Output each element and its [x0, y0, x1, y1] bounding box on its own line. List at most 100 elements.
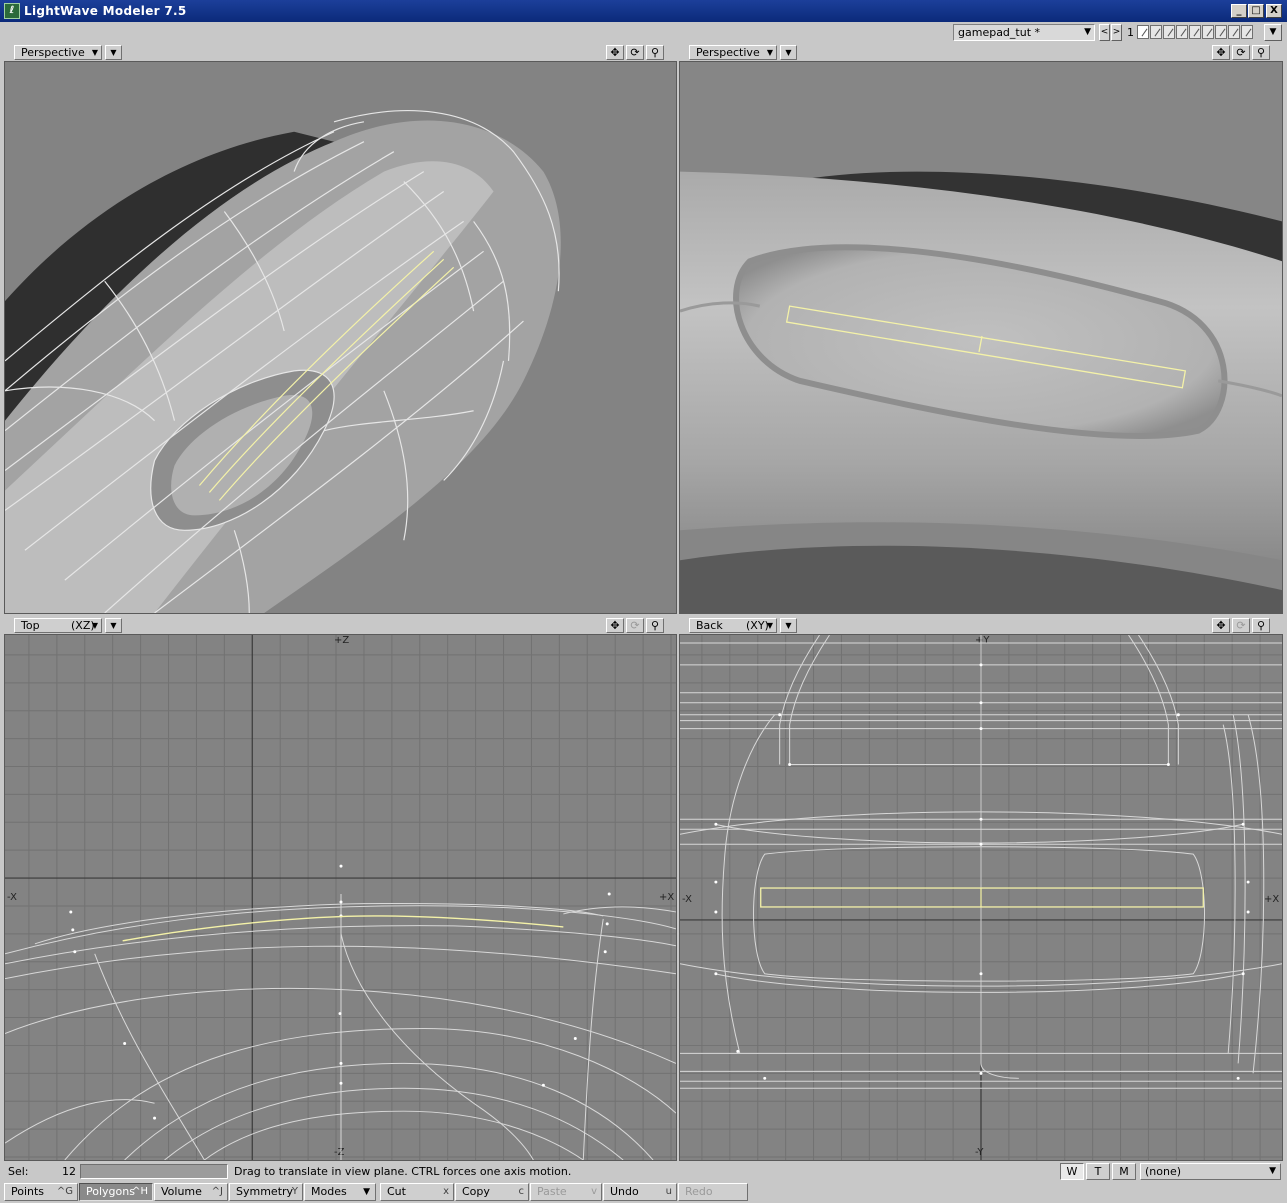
chevron-down-icon: ▼ [363, 1187, 370, 1197]
title-bar: ℓ LightWave Modeler 7.5 _ □ X [0, 0, 1287, 22]
layer-button-3[interactable] [1163, 25, 1175, 39]
vertex-map-value: (none) [1145, 1165, 1182, 1178]
chevron-down-icon: ▼ [1084, 27, 1091, 37]
layer-button-8[interactable] [1228, 25, 1240, 39]
view-type-label: Perspective [696, 46, 760, 59]
viewport-canvas[interactable] [4, 61, 677, 614]
copy-button[interactable]: Copy c [455, 1183, 529, 1201]
perspective-shaded-render [680, 62, 1282, 613]
paste-label: Paste [537, 1185, 567, 1198]
viewport-top-right: Perspective ▼ ▼ ✥ ⟳ ⚲ [679, 44, 1283, 614]
selection-label: Sel: [8, 1165, 29, 1178]
object-select[interactable]: gamepad_tut * ▼ [953, 24, 1095, 41]
prev-object-button[interactable]: < [1099, 24, 1110, 41]
top-view-wireframe: +Z -Z -X +X [5, 635, 676, 1160]
zoom-view-icon[interactable]: ⚲ [1252, 618, 1270, 633]
cut-button[interactable]: Cut x [380, 1183, 454, 1201]
modes-label: Modes [311, 1185, 347, 1198]
rotate-view-icon[interactable]: ⟳ [626, 45, 644, 60]
layer-button-1[interactable] [1137, 25, 1149, 39]
view-type-select[interactable]: Back (XY) ▼ [689, 618, 777, 633]
rotate-view-icon[interactable]: ⟳ [1232, 45, 1250, 60]
points-shortcut: ^G [56, 1186, 73, 1197]
polygons-mode-button[interactable]: Polygons ^H [79, 1183, 153, 1201]
zoom-view-icon[interactable]: ⚲ [646, 45, 664, 60]
chevron-down-icon: ▼ [766, 621, 773, 630]
volume-mode-button[interactable]: Volume ^J [154, 1183, 228, 1201]
move-view-icon[interactable]: ✥ [1212, 45, 1230, 60]
vertex-map-select[interactable]: (none) ▼ [1140, 1163, 1281, 1180]
undo-button[interactable]: Undo u [603, 1183, 677, 1201]
axis-label-top: +Y [975, 635, 990, 646]
zoom-view-icon[interactable]: ⚲ [1252, 45, 1270, 60]
view-type-select[interactable]: Perspective ▼ [689, 45, 777, 60]
bottom-toolbar: Points ^G Polygons ^H Volume ^J Symmetry… [0, 1182, 1287, 1203]
volume-shortcut: ^J [211, 1186, 223, 1197]
view-type-select[interactable]: Perspective ▼ [14, 45, 102, 60]
paste-shortcut: v [591, 1186, 597, 1197]
layer-button-7[interactable] [1215, 25, 1227, 39]
texture-map-button[interactable]: T [1086, 1163, 1110, 1180]
polygons-shortcut: ^H [132, 1186, 148, 1197]
points-mode-button[interactable]: Points ^G [4, 1183, 78, 1201]
view-options-button[interactable]: ▼ [780, 45, 797, 60]
viewport-top-left: Perspective ▼ ▼ ✥ ⟳ ⚲ [4, 44, 677, 614]
layer-button-9[interactable] [1241, 25, 1253, 39]
layer-button-4[interactable] [1176, 25, 1188, 39]
axis-label-right: +X [659, 892, 674, 903]
viewport-header: Back (XY) ▼ ▼ ✥ ⟳ ⚲ [679, 617, 1283, 633]
selection-count: 12 [62, 1165, 76, 1178]
perspective-wireframe-render [5, 62, 676, 613]
object-name: gamepad_tut * [958, 26, 1041, 39]
viewport-header: Perspective ▼ ▼ ✥ ⟳ ⚲ [679, 44, 1283, 60]
rotate-view-icon[interactable]: ⟳ [1232, 618, 1250, 633]
layer-menu-button[interactable]: ▼ [1264, 24, 1282, 41]
paste-button[interactable]: Paste v [530, 1183, 602, 1201]
move-view-icon[interactable]: ✥ [1212, 618, 1230, 633]
weight-map-button[interactable]: W [1060, 1163, 1084, 1180]
layer-button-2[interactable] [1150, 25, 1162, 39]
axis-label-top: +Z [334, 635, 349, 646]
layer-button-5[interactable] [1189, 25, 1201, 39]
close-button[interactable]: X [1266, 4, 1282, 18]
copy-label: Copy [462, 1185, 490, 1198]
help-text: Drag to translate in view plane. CTRL fo… [234, 1165, 572, 1178]
cut-label: Cut [387, 1185, 406, 1198]
view-options-button[interactable]: ▼ [105, 618, 122, 633]
view-options-button[interactable]: ▼ [105, 45, 122, 60]
selection-info-field [80, 1164, 228, 1179]
back-view-wireframe: +Y -Y -X +X [680, 635, 1282, 1160]
window-title: LightWave Modeler 7.5 [24, 4, 187, 18]
status-bar: Sel: 12 Drag to translate in view plane.… [0, 1162, 1287, 1181]
viewport-canvas[interactable] [679, 61, 1283, 614]
move-view-icon[interactable]: ✥ [606, 45, 624, 60]
rotate-view-icon[interactable]: ⟳ [626, 618, 644, 633]
morph-map-button[interactable]: M [1112, 1163, 1136, 1180]
viewport-canvas[interactable]: +Z -Z -X +X [4, 634, 677, 1161]
viewport-bottom-right: Back (XY) ▼ ▼ ✥ ⟳ ⚲ +Y -Y -X +X [679, 617, 1283, 1161]
zoom-view-icon[interactable]: ⚲ [646, 618, 664, 633]
lightwave-icon: ℓ [4, 3, 20, 19]
minimize-button[interactable]: _ [1231, 4, 1247, 18]
chevron-down-icon: ▼ [1269, 1166, 1276, 1176]
view-type-select[interactable]: Top (XZ) ▼ [14, 618, 102, 633]
view-options-button[interactable]: ▼ [780, 618, 797, 633]
viewport-canvas[interactable]: +Y -Y -X +X [679, 634, 1283, 1161]
modes-dropdown[interactable]: Modes ▼ [304, 1183, 376, 1201]
cut-shortcut: x [443, 1186, 449, 1197]
next-object-button[interactable]: > [1111, 24, 1122, 41]
layer-button-6[interactable] [1202, 25, 1214, 39]
volume-label: Volume [161, 1185, 202, 1198]
layer-bar: gamepad_tut * ▼ < > 1 ▼ [0, 22, 1287, 44]
redo-button[interactable]: Redo [678, 1183, 748, 1201]
axis-label-left: -X [682, 894, 692, 905]
move-view-icon[interactable]: ✥ [606, 618, 624, 633]
undo-label: Undo [610, 1185, 639, 1198]
viewport-header: Perspective ▼ ▼ ✥ ⟳ ⚲ [4, 44, 677, 60]
symmetry-button[interactable]: Symmetry Y [229, 1183, 303, 1201]
view-axis-label: (XY) [746, 619, 769, 632]
view-type-label: Perspective [21, 46, 85, 59]
points-label: Points [11, 1185, 45, 1198]
maximize-button[interactable]: □ [1248, 4, 1264, 18]
redo-label: Redo [685, 1185, 713, 1198]
